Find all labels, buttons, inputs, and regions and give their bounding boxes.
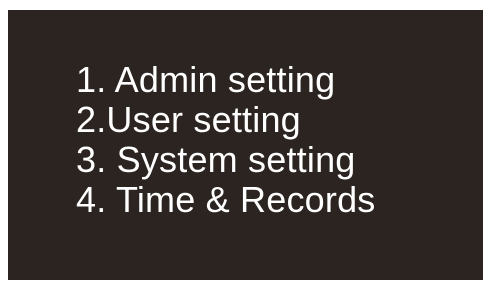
menu-item-user-setting[interactable]: 2.User setting bbox=[76, 100, 376, 140]
menu-item-admin-setting[interactable]: 1. Admin setting bbox=[76, 60, 376, 100]
menu-item-system-setting[interactable]: 3. System setting bbox=[76, 140, 376, 180]
menu-item-time-and-records[interactable]: 4. Time & Records bbox=[76, 180, 376, 220]
main-menu: 1. Admin setting 2.User setting 3. Syste… bbox=[76, 60, 376, 220]
device-screen: 1. Admin setting 2.User setting 3. Syste… bbox=[8, 10, 483, 280]
